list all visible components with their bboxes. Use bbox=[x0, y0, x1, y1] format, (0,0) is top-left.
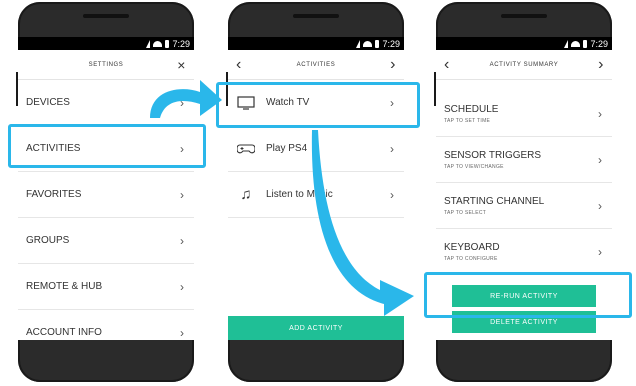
page-title: SETTINGS bbox=[88, 61, 124, 68]
settings-screen: 7:29 SETTINGS × DEVICES › ACTIVITIES › FAV… bbox=[18, 37, 194, 340]
chevron-right-icon: › bbox=[598, 244, 602, 259]
chevron-right-icon: › bbox=[180, 233, 184, 248]
speaker-grille bbox=[293, 14, 339, 18]
battery-icon bbox=[165, 39, 170, 48]
activity-summary-header: ‹ ACTIVITY SUMMARY › bbox=[436, 50, 612, 80]
summary-item-label: SENSOR TRIGGERS bbox=[444, 149, 542, 161]
chevron-right-icon: › bbox=[180, 279, 184, 294]
page-title: ACTIVITIES bbox=[296, 61, 336, 68]
summary-item-label: SCHEDULE bbox=[444, 103, 499, 115]
summary-item-keyboard[interactable]: KEYBOARD TAP TO CONFIGURE › bbox=[436, 229, 612, 275]
summary-item-sub: TAP TO SELECT bbox=[444, 209, 487, 216]
back-icon[interactable]: ‹ bbox=[236, 56, 242, 73]
settings-item-favorites[interactable]: FAVORITES › bbox=[18, 172, 194, 218]
activity-item-listen-music[interactable]: ♫ Listen to Music › bbox=[228, 172, 404, 218]
battery-icon bbox=[375, 39, 380, 48]
wifi-icon bbox=[571, 40, 581, 47]
summary-item-sub: TAP TO CONFIGURE bbox=[444, 255, 498, 262]
page-title: ACTIVITY SUMMARY bbox=[489, 61, 559, 68]
highlight-activities bbox=[8, 124, 206, 168]
settings-header: SETTINGS × bbox=[18, 50, 194, 80]
settings-item-label: REMOTE & HUB bbox=[26, 281, 103, 292]
back-icon[interactable]: ‹ bbox=[444, 56, 450, 73]
status-bar: 7:29 bbox=[18, 37, 194, 50]
settings-item-label: GROUPS bbox=[26, 235, 70, 246]
summary-list: SCHEDULE TAP TO SET TIME › SENSOR TRIGGER… bbox=[436, 91, 612, 275]
forward-icon[interactable]: › bbox=[390, 56, 396, 73]
settings-item-label: ACCOUNT INFO bbox=[26, 327, 102, 338]
activities-header: ‹ ACTIVITIES › bbox=[228, 50, 404, 80]
activity-label: Play PS4 bbox=[266, 143, 308, 154]
music-note-icon: ♫ bbox=[240, 186, 252, 203]
speaker-grille bbox=[83, 14, 129, 18]
battery-icon bbox=[583, 39, 588, 48]
chevron-right-icon: › bbox=[180, 187, 184, 202]
wifi-icon bbox=[153, 40, 163, 47]
phone-activity-summary: 7:29 ‹ ACTIVITY SUMMARY › SCHEDULE TAP TO… bbox=[434, 2, 612, 382]
summary-item-schedule[interactable]: SCHEDULE TAP TO SET TIME › bbox=[436, 91, 612, 137]
chevron-right-icon: › bbox=[598, 198, 602, 213]
phone-activities: 7:29 ‹ ACTIVITIES › Watch TV › Play PS4 … bbox=[226, 2, 404, 382]
summary-item-sub: TAP TO VIEW/CHANGE bbox=[444, 163, 504, 170]
status-bar: 7:29 bbox=[436, 37, 612, 50]
settings-item-label: DEVICES bbox=[26, 97, 70, 108]
signal-icon bbox=[356, 39, 361, 48]
signal-icon bbox=[564, 39, 569, 48]
settings-item-devices[interactable]: DEVICES › bbox=[18, 80, 194, 126]
chevron-right-icon: › bbox=[180, 325, 184, 340]
activity-label: Listen to Music bbox=[266, 189, 333, 200]
highlight-watch-tv bbox=[216, 82, 420, 128]
wifi-icon bbox=[363, 40, 373, 47]
status-bar: 7:29 bbox=[228, 37, 404, 50]
close-icon[interactable]: × bbox=[177, 58, 186, 72]
summary-item-sensor-triggers[interactable]: SENSOR TRIGGERS TAP TO VIEW/CHANGE › bbox=[436, 137, 612, 183]
chevron-right-icon: › bbox=[598, 152, 602, 167]
signal-icon bbox=[146, 39, 151, 48]
chevron-right-icon: › bbox=[180, 95, 184, 110]
settings-item-account-info[interactable]: ACCOUNT INFO › bbox=[18, 310, 194, 340]
settings-list: DEVICES › ACTIVITIES › FAVORITES › GROUPS › … bbox=[18, 80, 194, 340]
highlight-rerun bbox=[424, 272, 632, 318]
settings-item-remote-hub[interactable]: REMOTE & HUB › bbox=[18, 264, 194, 310]
summary-item-label: KEYBOARD bbox=[444, 241, 500, 253]
gamepad-icon bbox=[236, 141, 256, 157]
chevron-right-icon: › bbox=[390, 187, 394, 202]
forward-icon[interactable]: › bbox=[598, 56, 604, 73]
settings-item-label: FAVORITES bbox=[26, 189, 82, 200]
chevron-right-icon: › bbox=[390, 141, 394, 156]
settings-item-groups[interactable]: GROUPS › bbox=[18, 218, 194, 264]
activity-item-play-ps4[interactable]: Play PS4 › bbox=[228, 126, 404, 172]
summary-item-sub: TAP TO SET TIME bbox=[444, 117, 491, 124]
status-time: 7:29 bbox=[172, 38, 190, 49]
speaker-grille bbox=[501, 14, 547, 18]
add-activity-button[interactable]: ADD ACTIVITY bbox=[228, 316, 404, 340]
summary-item-starting-channel[interactable]: STARTING CHANNEL TAP TO SELECT › bbox=[436, 183, 612, 229]
status-time: 7:29 bbox=[590, 38, 608, 49]
chevron-right-icon: › bbox=[598, 106, 602, 121]
phone-settings: 7:29 SETTINGS × DEVICES › ACTIVITIES › FAV… bbox=[16, 2, 194, 382]
status-time: 7:29 bbox=[382, 38, 400, 49]
summary-item-label: STARTING CHANNEL bbox=[444, 195, 545, 207]
